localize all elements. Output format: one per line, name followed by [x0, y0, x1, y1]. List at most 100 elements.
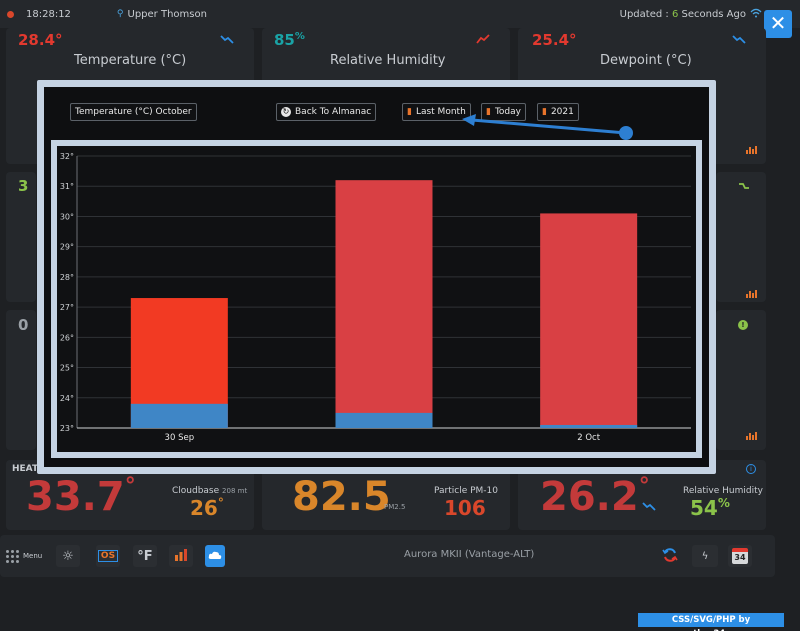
updated-status: Updated : 6 Seconds Ago	[620, 9, 746, 20]
y-tick-label: 29°	[60, 243, 74, 252]
bar-max	[335, 180, 433, 428]
clock-time: 18:28:12	[26, 8, 71, 20]
humidity-value: 85%	[274, 31, 305, 49]
bar-min	[540, 424, 638, 428]
refresh-button[interactable]	[658, 545, 682, 567]
y-tick-label: 24°	[60, 394, 74, 403]
top-bar: 18:28:12 ⚲ Upper Thomson Updated : 6 Sec…	[0, 0, 800, 28]
heat-label: HEAT	[12, 464, 39, 474]
y-tick-label: 31°	[60, 182, 74, 191]
menu-label: Menu	[23, 552, 43, 560]
device-name: Aurora MKII (Vantage-ALT)	[404, 549, 535, 560]
rh-label: Relative Humidity	[683, 486, 763, 496]
bottom-toolbar: Menu ☼ OS °F Aurora MKII (Vantage-ALT) ϟ…	[0, 535, 775, 577]
sun-icon: ☼	[62, 548, 74, 564]
temperature-value: 28.4°	[18, 31, 63, 49]
trend-icon	[738, 180, 750, 194]
status-dot	[7, 10, 14, 18]
chart-title-button[interactable]: Temperature (°C) October	[70, 103, 197, 121]
menu-button[interactable]: Menu	[6, 545, 46, 567]
middle-right-card-1[interactable]	[716, 172, 766, 302]
updated-suffix: Seconds Ago	[678, 8, 746, 20]
pm10-label: Particle PM-10	[434, 486, 499, 496]
info-icon[interactable]: i	[746, 464, 756, 474]
mini-chart-icon[interactable]	[746, 432, 758, 440]
mini-chart-icon[interactable]	[746, 146, 758, 154]
back-label: Back To Almanac	[295, 107, 372, 117]
temperature-title: Temperature (°C)	[74, 53, 187, 68]
dewpoint-value: 25.4°	[532, 31, 577, 49]
mini-chart-icon[interactable]	[746, 290, 758, 298]
chart-title-label: Temperature (°C) October	[75, 107, 192, 117]
unit-toggle-button[interactable]: °F	[133, 545, 157, 567]
rh-value: 54%	[690, 496, 730, 520]
dewpoint-bottom-value: 26.2°	[540, 474, 650, 520]
heat-number: 33.7	[26, 474, 125, 520]
cloudbase-title: Cloudbase	[172, 486, 220, 496]
y-tick-label: 26°	[60, 333, 74, 342]
trend-down-icon	[642, 496, 656, 515]
trend-down-icon	[732, 33, 746, 47]
bar-min	[130, 403, 228, 428]
updated-prefix: Updated :	[619, 8, 672, 20]
lightning-icon: ϟ	[701, 550, 709, 562]
trend-down-icon	[220, 33, 234, 47]
bar-max	[540, 213, 638, 428]
pm25-value: 82.5	[292, 474, 391, 520]
middle-left-card-1[interactable]: 3	[6, 172, 36, 302]
heat-degree: °	[124, 474, 136, 499]
back-arrow-icon: ↻	[281, 107, 291, 117]
back-to-almanac-button[interactable]: ↻ Back To Almanac	[276, 103, 377, 121]
cloudbase-unit: 208 mt	[222, 487, 248, 495]
calendar-button[interactable]: 34	[728, 545, 752, 567]
wifi-icon	[750, 8, 762, 21]
chart-frame: 23° 24° 25° 26° 27° 28° 29° 30° 31° 32° 30 Sep 2 Oc…	[51, 140, 702, 458]
dewpoint-title: Dewpoint (°C)	[600, 53, 692, 68]
weather-button[interactable]	[205, 545, 225, 567]
rh-unit: %	[717, 496, 730, 510]
side-value-2: 0	[18, 316, 29, 334]
humidity-number: 85	[274, 31, 295, 49]
temperature-bar-chart: 23° 24° 25° 26° 27° 28° 29° 30° 31° 32° 30 Sep 2 Oc…	[60, 152, 691, 443]
y-tick-label: 25°	[60, 364, 74, 373]
rh-number: 54	[690, 496, 718, 520]
credit-badge[interactable]: CSS/SVG/PHP by weather34.com	[638, 613, 784, 631]
charts-button[interactable]	[169, 545, 193, 567]
y-tick-label: 32°	[60, 152, 74, 161]
calendar-icon: 34	[732, 548, 748, 564]
theme-toggle-button[interactable]: ☼	[56, 545, 80, 567]
cloudbase-degree: °	[217, 496, 224, 510]
middle-left-card-2[interactable]: 0	[6, 310, 36, 450]
info-icon[interactable]: !	[738, 320, 748, 330]
x-tick-label: 30 Sep	[165, 433, 195, 443]
pm25-unit: PM2.5	[384, 503, 406, 511]
heat-value: 33.7°	[26, 474, 136, 520]
grid-menu-icon	[6, 549, 19, 563]
unit-label: °F	[137, 548, 153, 564]
os-label: OS	[97, 550, 119, 562]
bar-chart-icon: ▮	[407, 107, 412, 117]
annotation-arrow	[462, 114, 633, 140]
bar-chart-icon	[174, 548, 188, 565]
location-pin-icon: ⚲	[116, 9, 124, 19]
location-name: Upper Thomson	[127, 8, 207, 20]
close-button[interactable]: ✕	[764, 10, 792, 38]
lightning-button[interactable]: ϟ	[692, 545, 718, 567]
cloudbase-label: Cloudbase 208 mt	[172, 486, 247, 496]
x-tick-label: 2 Oct	[577, 433, 600, 443]
cloudbase-value: 26°	[190, 496, 224, 520]
y-tick-label: 23°	[60, 424, 74, 433]
cloudbase-number: 26	[190, 496, 218, 520]
refresh-icon	[662, 547, 678, 566]
middle-right-card-2[interactable]: !	[716, 310, 766, 450]
y-tick-label: 28°	[60, 273, 74, 282]
humidity-unit: %	[294, 31, 305, 42]
os-button[interactable]: OS	[96, 545, 120, 567]
y-tick-label: 30°	[60, 212, 74, 221]
dewpoint-bottom-number: 26.2	[540, 474, 639, 520]
y-tick-label: 27°	[60, 303, 74, 312]
trend-up-icon	[476, 33, 490, 47]
almanac-modal: Temperature (°C) October ↻ Back To Alman…	[37, 80, 716, 474]
pm10-value: 106	[444, 496, 486, 520]
bar-min	[335, 412, 433, 428]
